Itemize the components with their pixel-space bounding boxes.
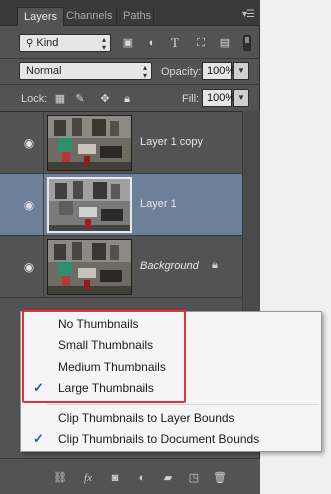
menu-item-large-thumbnails[interactable]: ✓ Large Thumbnails <box>21 377 321 399</box>
blend-row: Normal ▴ ▾ Opacity: 100% ▼ <box>0 59 260 83</box>
fill-input[interactable]: 100% <box>202 89 235 107</box>
filter-shape-layers-icon[interactable]: ⛶ <box>194 36 208 50</box>
lock-position-icon[interactable]: ✥ <box>98 92 112 106</box>
thumbnail-context-menu: No Thumbnails Small Thumbnails Medium Th… <box>20 311 322 452</box>
layer-thumbnail-image <box>49 179 130 231</box>
filter-adjustment-layers-icon[interactable]: ◐ <box>145 36 159 50</box>
layer-thumbnail-image <box>48 116 131 170</box>
lock-transparent-pixels-icon[interactable]: ▦ <box>53 92 67 106</box>
checkmark-icon: ✓ <box>33 380 44 395</box>
tab-divider <box>153 9 154 23</box>
layer-thumbnail-image <box>48 240 131 294</box>
menu-item-label: Clip Thumbnails to Document Bounds <box>58 432 260 446</box>
tab-channels[interactable]: Channels <box>60 7 118 26</box>
tab-paths[interactable]: Paths <box>117 7 157 26</box>
opacity-dropdown-arrow-icon[interactable]: ▼ <box>233 62 249 80</box>
layers-bottom-bar: ⛓ fx ◙ ◐ ▰ ◳ 🗑︎ <box>0 458 260 494</box>
menu-item-no-thumbnails[interactable]: No Thumbnails <box>21 313 321 335</box>
menu-item-label: Small Thumbnails <box>58 338 154 352</box>
new-group-icon[interactable]: ▰ <box>160 471 176 485</box>
menu-item-clip-to-document-bounds[interactable]: ✓ Clip Thumbnails to Document Bounds <box>21 428 321 450</box>
layer-row-selected[interactable]: ◉ Layer 1 <box>0 174 242 236</box>
layer-row[interactable]: ◉ Layer 1 copy <box>0 112 242 174</box>
checkmark-icon: ✓ <box>33 431 44 446</box>
blend-mode-value: Normal <box>26 65 62 77</box>
dropdown-arrows-icon: ▴ ▾ <box>142 63 147 80</box>
lock-image-pixels-icon[interactable]: ✎ <box>73 92 87 106</box>
new-layer-icon[interactable]: ◳ <box>186 471 202 485</box>
lock-row: Lock: ▦ ✎ ✥ 🔒︎ Fill: 100% ▼ <box>0 85 260 111</box>
opacity-label: Opacity: <box>161 66 202 78</box>
filter-row: ⚲ Kind ▴ ▾ ▣ ◐ T ⛶ ▤ <box>0 26 260 58</box>
menu-item-label: Medium Thumbnails <box>58 360 166 374</box>
filter-kind-dropdown[interactable]: ⚲ Kind ▴ ▾ <box>19 34 111 52</box>
menu-item-label: No Thumbnails <box>58 317 139 331</box>
layer-thumbnail[interactable] <box>47 115 132 171</box>
lock-label: Lock: <box>21 93 48 105</box>
layer-thumbnail[interactable] <box>47 177 132 233</box>
link-layers-icon[interactable]: ⛓ <box>52 471 68 485</box>
menu-item-label: Large Thumbnails <box>58 381 154 395</box>
menu-item-clip-to-layer-bounds[interactable]: Clip Thumbnails to Layer Bounds <box>21 407 321 429</box>
lock-icon: 🔒︎ <box>212 259 218 271</box>
blend-mode-dropdown[interactable]: Normal ▴ ▾ <box>19 62 152 80</box>
dropdown-arrows-icon: ▴ ▾ <box>101 35 106 52</box>
opacity-input[interactable]: 100% <box>202 62 235 80</box>
layer-thumbnail[interactable] <box>47 239 132 295</box>
layer-name[interactable]: Layer 1 <box>140 198 177 210</box>
menu-item-medium-thumbnails[interactable]: Medium Thumbnails <box>21 356 321 378</box>
adjustment-layer-icon[interactable]: ◐ <box>134 471 150 485</box>
filter-type-layers-icon[interactable]: T <box>168 36 182 50</box>
panel-menu-icon[interactable]: ▾☰ <box>242 9 255 20</box>
delete-layer-icon[interactable]: 🗑︎ <box>212 471 228 485</box>
fx-icon[interactable]: fx <box>80 471 96 485</box>
eye-icon[interactable]: ◉ <box>22 260 36 274</box>
tab-layers[interactable]: Layers <box>17 7 65 26</box>
search-icon: ⚲ <box>26 38 34 49</box>
filter-kind-label: Kind <box>36 37 59 49</box>
menu-item-label: Clip Thumbnails to Layer Bounds <box>58 411 235 425</box>
panel-tab-bar: Layers Channels Paths ▾☰ <box>0 0 260 26</box>
layer-name[interactable]: Layer 1 copy <box>140 136 203 148</box>
lock-all-icon[interactable]: 🔒︎ <box>120 92 134 106</box>
filter-pixel-layers-icon[interactable]: ▣ <box>121 36 135 50</box>
eye-icon[interactable]: ◉ <box>22 136 36 150</box>
menu-separator <box>47 404 319 405</box>
eye-icon[interactable]: ◉ <box>22 198 36 212</box>
layer-row[interactable]: ◉ Background 🔒︎ <box>0 236 242 298</box>
layer-name[interactable]: Background <box>140 260 199 272</box>
add-mask-icon[interactable]: ◙ <box>107 471 123 485</box>
fill-dropdown-arrow-icon[interactable]: ▼ <box>233 89 249 107</box>
fill-label: Fill: <box>182 93 200 105</box>
filter-smart-objects-icon[interactable]: ▤ <box>218 36 232 50</box>
menu-item-small-thumbnails[interactable]: Small Thumbnails <box>21 334 321 356</box>
filter-toggle-switch[interactable] <box>243 35 251 51</box>
